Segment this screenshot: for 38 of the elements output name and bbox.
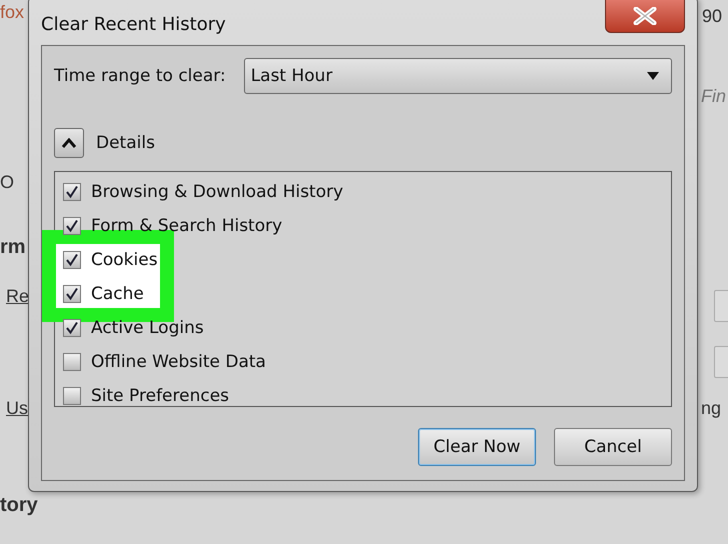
checkbox[interactable] [63,319,81,337]
checkbox-label: Cookies [91,250,158,270]
details-label: Details [96,133,155,153]
dialog-button[interactable]: Cancel [554,428,672,466]
checkbox[interactable] [63,217,81,235]
checkmark-icon [64,218,80,234]
checkbox-label: Cache [91,284,144,304]
page-text: O [0,172,14,193]
page-text: 90 [702,6,722,27]
checkmark-icon [64,184,80,200]
dialog-button[interactable]: Clear Now [418,428,536,466]
time-range-dropdown[interactable]: Last Hour [244,58,672,94]
chevron-up-icon [61,138,77,148]
checkmark-icon [64,286,80,302]
checkbox[interactable] [63,285,81,303]
window-title: Clear Recent History [41,14,226,34]
page-text: tory [0,494,38,517]
details-toggle-button[interactable] [54,128,84,158]
close-icon [632,7,658,25]
page-text: Fin [701,86,726,107]
checkbox-label: Site Preferences [91,386,230,406]
page-text: ng [701,398,722,419]
checkmark-icon [64,320,80,336]
checkbox-label: Browsing & Download History [91,182,344,202]
page-text[interactable]: Us [6,398,28,419]
checkbox[interactable] [63,353,81,371]
checkbox[interactable] [63,387,81,405]
close-button[interactable] [605,0,685,33]
checkbox[interactable] [63,183,81,201]
checkbox[interactable] [63,251,81,269]
page-text[interactable]: Re [6,286,30,307]
page-text: fox [0,2,24,23]
caret-icon [647,72,659,80]
time-range-label: Time range to clear: [54,66,226,86]
page-text: rm [0,236,26,259]
checkmark-icon [64,252,80,268]
checkbox-label: Active Logins [91,318,204,338]
checkbox-label: Offline Website Data [91,352,266,372]
